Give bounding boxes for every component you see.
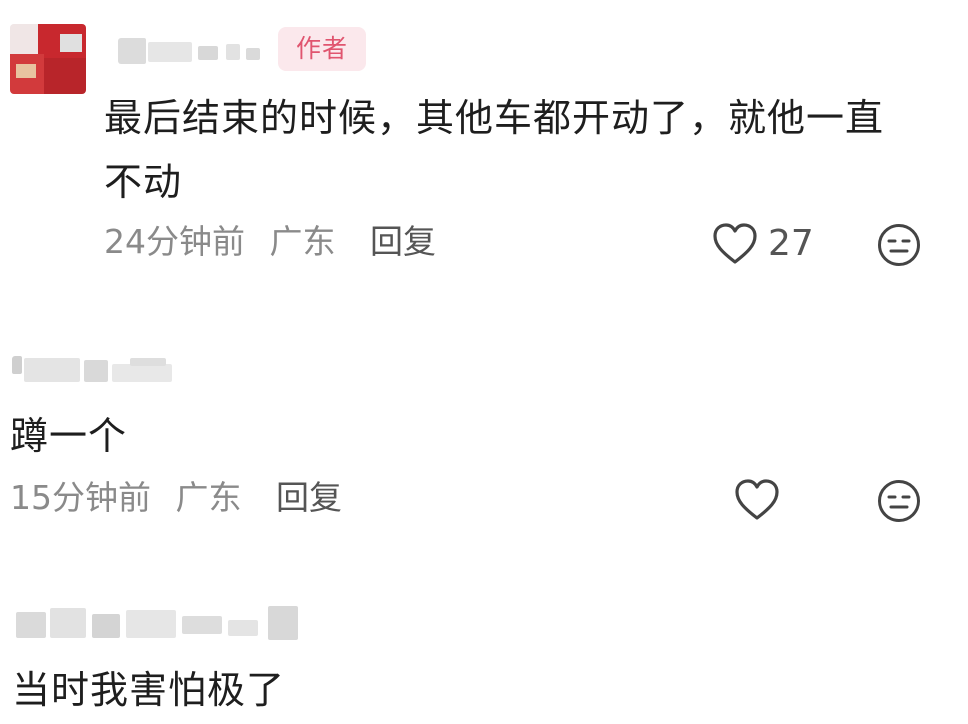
username[interactable] — [12, 356, 174, 384]
neutral-face-icon[interactable] — [876, 222, 922, 268]
comment-location: 广东 — [269, 222, 336, 261]
comment-meta: 15分钟前 广东 回复 — [10, 478, 342, 518]
author-badge: 作者 — [278, 27, 366, 71]
username[interactable] — [16, 606, 306, 642]
comment-text-line: 蹲一个 — [10, 414, 128, 458]
heart-icon — [734, 478, 780, 522]
heart-icon — [712, 222, 758, 266]
comment-time: 24分钟前 — [104, 222, 245, 261]
reply-button[interactable]: 回复 — [370, 222, 436, 261]
comment-time: 15分钟前 — [10, 478, 151, 517]
like-button[interactable] — [734, 476, 780, 524]
comment-text-line: 最后结束的时候，其他车都开动了，就他一直 — [104, 96, 885, 140]
comment-location: 广东 — [175, 478, 242, 517]
reply-button[interactable]: 回复 — [276, 478, 342, 517]
like-button[interactable]: 27 — [712, 220, 814, 268]
neutral-face-icon[interactable] — [876, 478, 922, 524]
comment-text-line: 不动 — [104, 160, 183, 204]
like-count: 27 — [768, 223, 814, 264]
comment-text-line: 当时我害怕极了 — [12, 668, 286, 712]
comment-meta: 24分钟前 广东 回复 — [104, 222, 436, 262]
avatar[interactable] — [10, 24, 86, 94]
username[interactable] — [118, 38, 268, 64]
